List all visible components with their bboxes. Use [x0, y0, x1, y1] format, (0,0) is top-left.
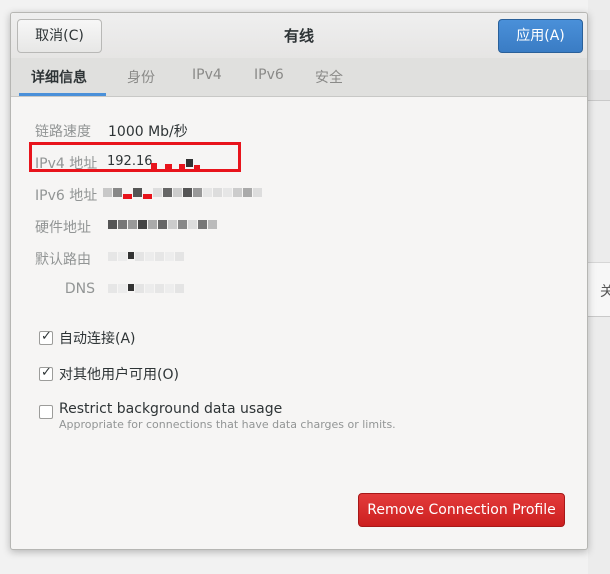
header-bar: 取消(C) 有线 应用(A)	[11, 13, 587, 59]
link-speed-label: 链路速度	[35, 124, 91, 140]
route-redacted	[108, 252, 185, 262]
tab-identity[interactable]: 身份	[127, 67, 155, 87]
tab-details[interactable]: 详细信息	[31, 67, 87, 87]
tab-ipv6[interactable]: IPv6	[254, 67, 284, 83]
wired-settings-dialog: 取消(C) 有线 应用(A) 详细信息 身份 IPv4 IPv6 安全 链路速度…	[10, 12, 588, 550]
background-window: 关	[588, 0, 610, 574]
remove-connection-profile-button[interactable]: Remove Connection Profile	[358, 493, 565, 527]
tab-security[interactable]: 安全	[315, 67, 343, 87]
background-divider	[588, 316, 610, 317]
auto-connect-checkbox[interactable]: ✓	[39, 329, 53, 345]
background-divider	[588, 100, 610, 101]
background-strip	[588, 70, 610, 100]
annotation-highlight-box	[29, 142, 241, 172]
ipv6-redacted	[103, 188, 263, 199]
hardware-address-label: 硬件地址	[35, 220, 91, 236]
checkmark-icon: ✓	[41, 329, 52, 344]
all-users-label[interactable]: 对其他用户可用(O)	[59, 364, 179, 384]
checkmark-icon: ✓	[41, 365, 52, 380]
link-speed-value: 1000 Mb/秒	[108, 124, 188, 140]
apply-button[interactable]: 应用(A)	[498, 19, 583, 53]
all-users-checkbox[interactable]: ✓	[39, 365, 53, 381]
background-text-fragment: 关	[600, 284, 610, 300]
available-to-all-users-option[interactable]: ✓ 对其他用户可用(O)	[39, 364, 179, 384]
dns-redacted	[108, 284, 185, 294]
auto-connect-option[interactable]: ✓ 自动连接(A)	[39, 328, 136, 348]
restrict-data-option[interactable]: Restrict background data usage	[39, 399, 282, 419]
tab-ipv4[interactable]: IPv4	[192, 67, 222, 83]
hardware-redacted	[108, 220, 218, 230]
dns-label: DNS	[64, 281, 95, 297]
auto-connect-label[interactable]: 自动连接(A)	[59, 328, 136, 348]
restrict-data-checkbox[interactable]	[39, 405, 53, 419]
active-tab-indicator	[19, 93, 106, 96]
restrict-data-description: Appropriate for connections that have da…	[59, 418, 396, 431]
default-route-label: 默认路由	[35, 252, 91, 268]
restrict-data-label[interactable]: Restrict background data usage	[59, 401, 282, 417]
tab-bar: 详细信息 身份 IPv4 IPv6 安全	[11, 58, 587, 97]
